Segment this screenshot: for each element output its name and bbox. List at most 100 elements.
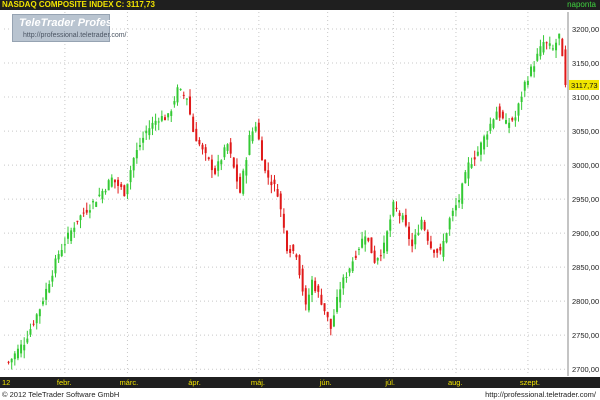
candle-body [423, 221, 426, 230]
candle-body [257, 122, 260, 140]
candle-body [60, 249, 63, 257]
candle-body [370, 237, 373, 254]
x-tick-label: márc. [119, 378, 138, 387]
teletrader-logo: TeleTrader Professional http://professio… [12, 14, 144, 42]
candle-body [464, 172, 467, 184]
candle-body [126, 183, 129, 195]
candle-body [229, 142, 232, 154]
footer-bar: © 2012 TeleTrader Software GmbH http://p… [0, 390, 600, 400]
candle-body [501, 111, 504, 119]
candle-body [10, 358, 13, 363]
candle-body [386, 231, 389, 252]
logo-url: http://professional.teletrader.com/ [23, 32, 127, 39]
candle-body [489, 123, 492, 131]
candle-body [342, 277, 345, 289]
candle-body [232, 157, 235, 168]
candle-body [104, 190, 107, 193]
candle-body [445, 233, 448, 243]
candle-body [248, 135, 251, 155]
candle-body [198, 139, 201, 145]
last-price-label: 3117,73 [571, 81, 598, 90]
candle-body [336, 296, 339, 312]
candle-body [533, 66, 536, 72]
candle-body [307, 294, 310, 311]
candle-body [245, 160, 248, 176]
candle-body [92, 201, 95, 203]
candle-body [317, 285, 320, 292]
candle-body [48, 284, 51, 293]
candle-body [467, 162, 470, 179]
candle-body [373, 250, 376, 263]
candle-body [279, 193, 282, 210]
candle-body [79, 215, 82, 221]
candle-body [517, 103, 520, 116]
candle-body [182, 94, 185, 96]
x-tick-label: 12 [2, 378, 10, 387]
candle-body [448, 218, 451, 230]
candle-body [16, 348, 19, 359]
candle-body [439, 246, 442, 251]
x-tick-label: máj. [251, 378, 265, 387]
candle-body [433, 249, 436, 253]
candle-body [511, 117, 514, 121]
logo-brand: TeleTrader Professional [19, 17, 144, 29]
x-tick-label: ápr. [188, 378, 201, 387]
y-tick-label: 3000,00 [572, 161, 599, 170]
candle-body [32, 323, 35, 325]
candle-body [282, 213, 285, 228]
y-tick-label: 3150,00 [572, 59, 599, 68]
candle-body [135, 150, 138, 159]
footer-site-link[interactable]: http://professional.teletrader.com/ [485, 390, 596, 400]
candle-body [514, 117, 517, 121]
candle-body [179, 88, 182, 90]
candle-body [254, 126, 257, 131]
candle-body [207, 157, 210, 159]
candle-body [264, 159, 267, 171]
candle-body [401, 215, 404, 220]
candle-body [26, 338, 29, 343]
candle-body [63, 244, 66, 246]
candle-body [545, 42, 548, 44]
candle-body [195, 128, 198, 142]
candle-body [323, 303, 326, 312]
candle-body [173, 101, 176, 105]
candle-body [436, 248, 439, 253]
candle-body [239, 176, 242, 193]
candle-body [495, 111, 498, 120]
candle-body [270, 181, 273, 186]
candle-body [145, 130, 148, 134]
y-tick-label: 2700,00 [572, 365, 599, 374]
x-tick-label: szept. [520, 378, 540, 387]
candle-body [523, 81, 526, 91]
y-tick-label: 2850,00 [572, 263, 599, 272]
candle-body [483, 136, 486, 150]
candle-body [117, 179, 120, 186]
price-chart[interactable]: 2700,00 2750,00 2800,00 2850,00 2900,00 2950,… [0, 0, 600, 400]
candle-body [292, 244, 295, 252]
candle-body [110, 177, 113, 187]
candle-body [242, 170, 245, 194]
candle-body [473, 157, 476, 160]
candle-body [382, 242, 385, 254]
candle-body [45, 288, 48, 300]
candle-body [101, 190, 104, 200]
candle-body [351, 261, 354, 272]
candle-body [451, 210, 454, 216]
candle-body [420, 219, 423, 230]
candle-body [41, 301, 44, 305]
candle-body [348, 268, 351, 273]
candle-body [88, 210, 91, 213]
copyright-text: © 2012 TeleTrader Software GmbH [2, 390, 120, 399]
candle-body [326, 311, 329, 318]
candle-body [548, 43, 551, 46]
candle-body [13, 353, 16, 360]
candle-body [470, 164, 473, 168]
candle-body [379, 255, 382, 257]
candle-body [392, 201, 395, 216]
y-tick-label: 3200,00 [572, 25, 599, 34]
candle-body [311, 279, 314, 296]
candle-body [558, 33, 561, 39]
candle-body [57, 254, 60, 260]
chart-window: NASDAQ COMPOSITE INDEX C: 3117,73 napont… [0, 0, 600, 400]
candle-body [555, 42, 558, 51]
